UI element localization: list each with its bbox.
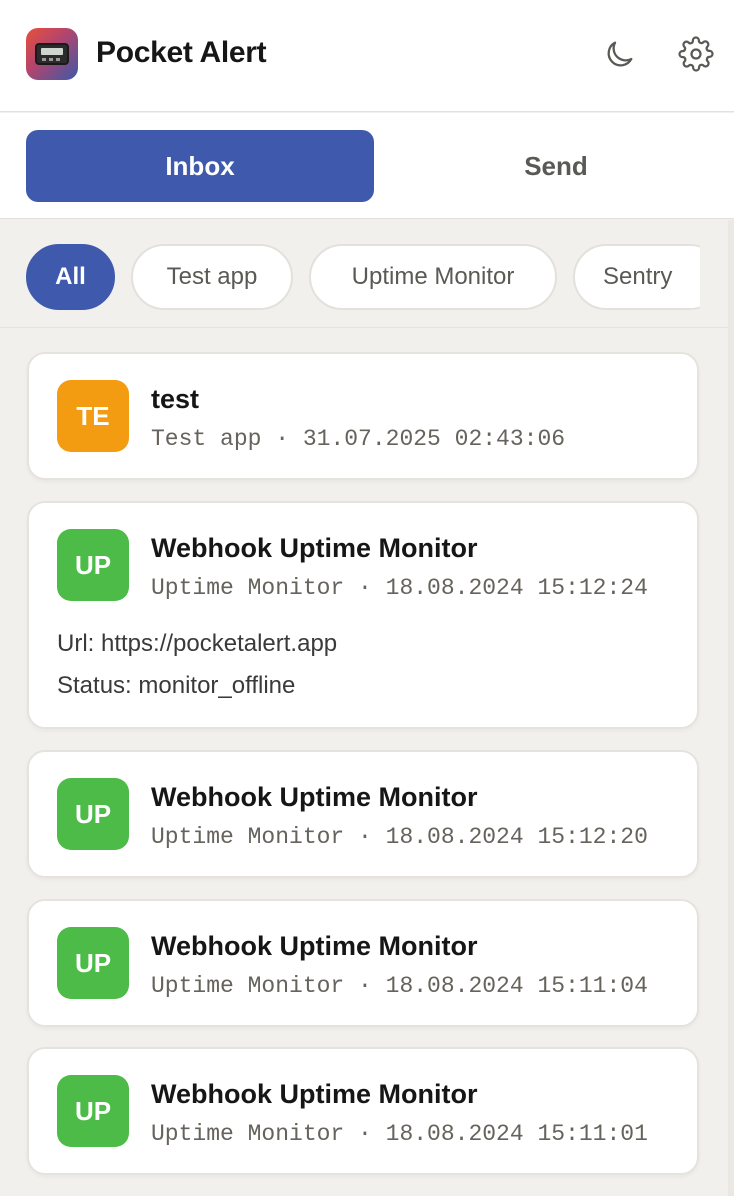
app-avatar: TE [57,380,129,452]
settings-button[interactable] [676,34,716,74]
app-avatar: UP [57,927,129,999]
app-title: Pocket Alert [96,36,267,69]
filter-chip-strip[interactable]: All Test app Uptime Monitor Sentry [0,244,700,310]
theme-toggle-button[interactable] [600,34,640,74]
message-title: test [151,384,200,414]
tab-bar: Inbox Send [0,113,734,219]
app-header: Pocket Alert [0,0,734,112]
message-body-line: Url: https://pocketalert.app [57,630,338,657]
message-title: Webhook Uptime Monitor [151,533,478,563]
message-meta: Uptime Monitor · 18.08.2024 15:11:01 [151,1121,648,1147]
message-body-line: Status: monitor_offline [57,672,296,699]
filter-bar: All Test app Uptime Monitor Sentry [0,220,734,328]
message-card[interactable]: UP Webhook Uptime Monitor Uptime Monitor… [27,501,699,729]
scrollbar-track[interactable] [728,220,734,1196]
message-title: Webhook Uptime Monitor [151,1079,478,1109]
filter-chip-all[interactable]: All [26,244,115,310]
message-title: Webhook Uptime Monitor [151,782,478,812]
message-card[interactable]: TE test Test app · 31.07.2025 02:43:06 [27,352,699,480]
message-meta: Test app · 31.07.2025 02:43:06 [151,426,566,452]
tab-send[interactable]: Send [382,130,730,202]
message-body: Url: https://pocketalert.app Status: mon… [57,623,337,707]
message-card[interactable]: UP Webhook Uptime Monitor Uptime Monitor… [27,750,699,878]
filter-chip-test-app[interactable]: Test app [131,244,293,310]
app-avatar: UP [57,529,129,601]
message-card[interactable]: UP Webhook Uptime Monitor Uptime Monitor… [27,899,699,1027]
message-card[interactable]: UP Webhook Uptime Monitor Uptime Monitor… [27,1047,699,1175]
message-meta: Uptime Monitor · 18.08.2024 15:11:04 [151,973,648,999]
app-avatar: UP [57,1075,129,1147]
message-meta: Uptime Monitor · 18.08.2024 15:12:24 [151,575,648,601]
filter-chip-uptime-monitor[interactable]: Uptime Monitor [309,244,557,310]
app-avatar: UP [57,778,129,850]
filter-chip-sentry[interactable]: Sentry [573,244,700,310]
gear-icon [678,36,714,72]
moon-icon [607,41,633,67]
message-meta: Uptime Monitor · 18.08.2024 15:12:20 [151,824,648,850]
pager-icon [35,43,69,65]
message-title: Webhook Uptime Monitor [151,931,478,961]
tab-inbox[interactable]: Inbox [26,130,374,202]
app-logo [26,28,78,80]
